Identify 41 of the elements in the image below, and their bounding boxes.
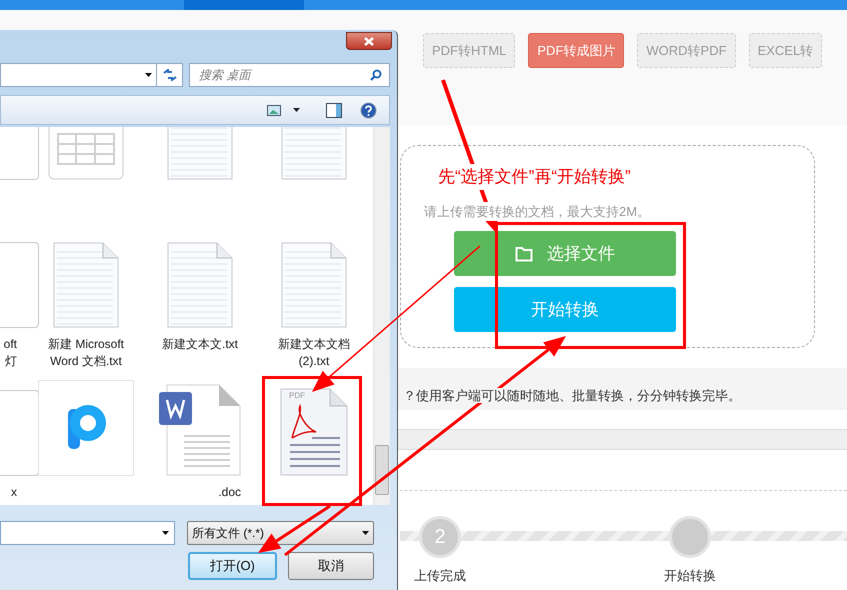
tab[interactable]: EXCEL转	[748, 33, 822, 68]
refresh-icon	[162, 69, 176, 81]
file-name-field[interactable]	[0, 521, 175, 545]
instruction-text: 先“选择文件”再“开始转换”	[438, 164, 631, 190]
pdf-file-icon	[280, 388, 348, 476]
preview-pane-icon[interactable]	[326, 102, 342, 118]
dropdown-icon	[362, 531, 369, 535]
cancel-button[interactable]: 取消	[288, 552, 374, 580]
close-icon	[364, 36, 374, 46]
text-file-icon	[281, 242, 347, 328]
dropdown-icon	[145, 73, 152, 77]
file-name: 新建文本文.txt	[160, 336, 239, 353]
start-convert-button[interactable]: 开始转换	[454, 287, 676, 332]
app-icon	[38, 380, 134, 476]
search-field[interactable]: 搜索 桌面	[189, 63, 390, 87]
address-field[interactable]	[0, 63, 157, 87]
step-label: 上传完成	[414, 567, 466, 585]
file-name: .doc	[217, 484, 242, 501]
choose-file-button[interactable]: 选择文件	[454, 231, 676, 276]
file-type-dropdown[interactable]: 所有文件 (*.*)	[187, 521, 374, 545]
file-name: 新建 Microsoft Word 文档.txt	[46, 336, 125, 370]
pdf-icon-label: PDF	[289, 392, 305, 400]
refresh-button[interactable]	[157, 63, 183, 87]
step-label: 开始转换	[664, 567, 716, 585]
tab[interactable]: WORD转PDF	[637, 33, 736, 68]
file-name: oft 灯	[2, 336, 18, 370]
help-icon[interactable]	[360, 102, 377, 118]
file-name: 新建文本文档 (2).txt	[277, 336, 351, 370]
dropdown-icon[interactable]	[293, 108, 300, 112]
text-file-icon	[53, 242, 119, 328]
folder-icon	[515, 246, 533, 262]
word-document-icon	[159, 384, 241, 476]
dropdown-icon	[162, 531, 169, 535]
view-icon[interactable]	[267, 104, 281, 116]
file-name: x	[10, 484, 18, 501]
text-file-icon	[167, 242, 233, 328]
open-button[interactable]: 打开(O)	[188, 552, 277, 580]
search-icon	[370, 69, 382, 81]
close-button[interactable]	[346, 32, 392, 50]
tab[interactable]: PDF转HTML	[423, 33, 516, 68]
tab[interactable]: PDF转成图片	[528, 33, 624, 68]
